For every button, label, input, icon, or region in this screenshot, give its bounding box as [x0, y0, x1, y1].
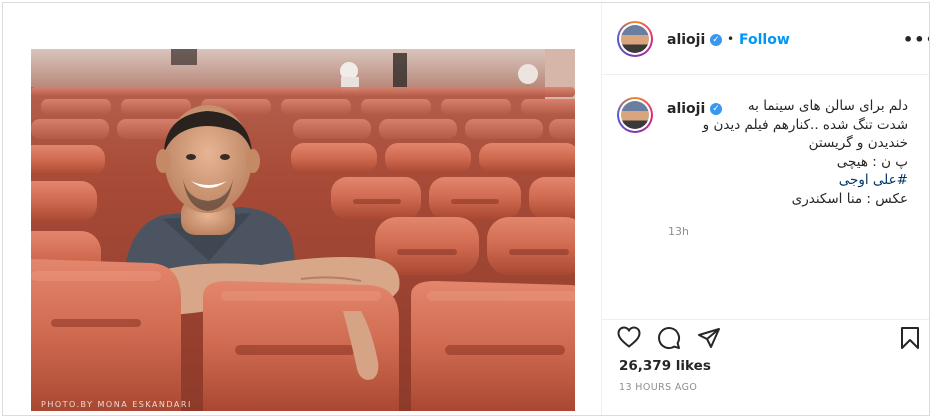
likes-count[interactable]: 26,379 likes: [619, 358, 711, 374]
post-header: alioji ✓ • Follow •••: [601, 3, 929, 75]
verified-badge-icon: ✓: [710, 34, 722, 46]
post-actions: 26,379 likes 13 HOURS AGO: [601, 319, 929, 415]
comment-icon[interactable]: [657, 326, 681, 354]
heart-icon[interactable]: [617, 326, 641, 352]
post-media: PHOTO.BY MONA ESKANDARI: [3, 3, 602, 415]
caption-line: دلم برای سالن های سینما به: [747, 98, 908, 114]
follow-button[interactable]: Follow: [739, 32, 790, 48]
caption-line: شدت تنگ شده ..کنارهم فیلم دیدن و: [702, 116, 908, 133]
caption-line: خندیدن و گریستن: [808, 135, 908, 151]
caption-timestamp[interactable]: 13h: [668, 225, 689, 238]
caption-line: پ ن : هیچی: [836, 153, 908, 170]
separator-dot: •: [727, 32, 735, 46]
caption-line: عکس : منا اسکندری: [791, 190, 908, 207]
instagram-post: PHOTO.BY MONA ESKANDARI alioji ✓ • Follo…: [2, 2, 930, 416]
avatar[interactable]: [617, 21, 653, 57]
caption-text: دلم برای سالن های سینما به شدت تنگ شده .…: [668, 97, 908, 208]
photo-credit-watermark: PHOTO.BY MONA ESKANDARI: [41, 400, 192, 409]
caption-avatar[interactable]: [617, 97, 653, 133]
more-options-icon[interactable]: •••: [903, 30, 929, 49]
bookmark-icon[interactable]: [899, 326, 921, 354]
caption-hashtag-link[interactable]: #علی اوجی: [668, 171, 908, 190]
caption-section: alioji ✓ دلم برای سالن های سینما به شدت …: [601, 75, 929, 319]
share-icon[interactable]: [697, 326, 721, 354]
post-photo[interactable]: PHOTO.BY MONA ESKANDARI: [31, 49, 575, 411]
cinema-photo-image: [31, 49, 575, 411]
post-sidebar: alioji ✓ • Follow ••• alioji ✓ دلم برای …: [601, 3, 929, 415]
post-timestamp[interactable]: 13 HOURS AGO: [619, 382, 697, 393]
username-link[interactable]: alioji: [667, 32, 705, 48]
